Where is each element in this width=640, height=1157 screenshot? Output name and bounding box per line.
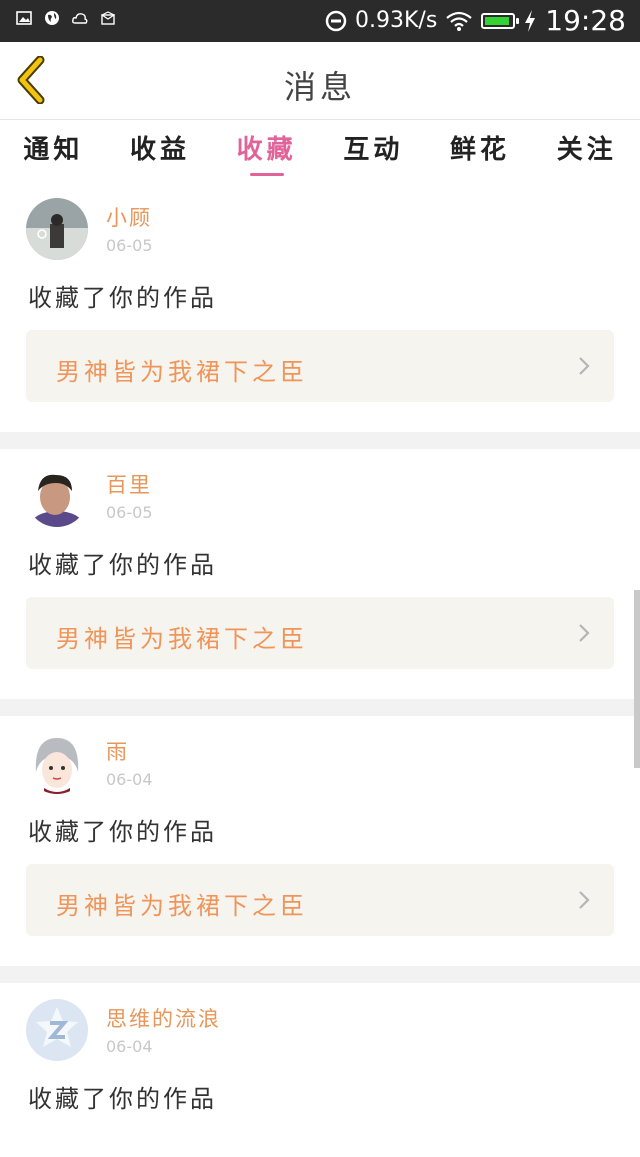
message-text: 收藏了你的作品 xyxy=(28,1085,217,1113)
chevron-right-icon xyxy=(579,891,590,909)
message-text: 收藏了你的作品 xyxy=(28,551,217,579)
avatar[interactable] xyxy=(26,198,88,260)
work-link[interactable]: 男神皆为我裙下之臣 xyxy=(26,597,614,669)
tab-flowers[interactable]: 鲜花 xyxy=(427,120,534,182)
tab-label: 通知 xyxy=(23,135,84,165)
avatar[interactable] xyxy=(26,732,88,794)
avatar[interactable] xyxy=(26,465,88,527)
clock: 19:28 xyxy=(545,4,626,37)
message-text: 收藏了你的作品 xyxy=(28,818,217,846)
wifi-icon xyxy=(446,11,473,31)
tab-label: 收益 xyxy=(130,135,191,165)
chevron-right-icon xyxy=(579,624,590,642)
work-title: 男神皆为我裙下之臣 xyxy=(56,358,308,386)
message-date: 06-05 xyxy=(106,236,153,255)
status-bar: 0.93K/s 19:28 xyxy=(0,0,640,42)
tab-bar: 通知 收益 收藏 互动 鲜花 关注 xyxy=(0,120,640,182)
message-date: 06-05 xyxy=(106,503,153,522)
data-saver-icon xyxy=(325,10,347,32)
globe-icon xyxy=(45,11,59,25)
work-title: 男神皆为我裙下之臣 xyxy=(56,625,308,653)
message-text: 收藏了你的作品 xyxy=(28,284,217,312)
message-date: 06-04 xyxy=(106,1037,153,1056)
tab-label: 互动 xyxy=(343,135,404,165)
charging-icon xyxy=(525,10,536,32)
chevron-right-icon xyxy=(579,357,590,375)
work-link[interactable]: 男神皆为我裙下之臣 xyxy=(26,330,614,402)
user-name[interactable]: 思维的流浪 xyxy=(106,1003,221,1033)
user-name[interactable]: 百里 xyxy=(106,469,152,499)
avatar[interactable] xyxy=(26,999,88,1061)
user-name[interactable]: 雨 xyxy=(106,736,129,766)
active-tab-indicator xyxy=(249,173,284,176)
tab-label: 关注 xyxy=(556,135,617,165)
cloud-icon xyxy=(72,13,88,24)
net-speed: 0.93K/s xyxy=(355,8,438,33)
list-item: 百里 06-05 收藏了你的作品 男神皆为我裙下之臣 xyxy=(0,449,640,699)
list-item: 小顾 06-05 收藏了你的作品 男神皆为我裙下之臣 xyxy=(0,182,640,432)
battery-icon xyxy=(481,13,520,29)
tab-notice[interactable]: 通知 xyxy=(0,120,107,182)
tab-label: 鲜花 xyxy=(450,135,511,165)
tab-label: 收藏 xyxy=(236,135,297,165)
work-link[interactable]: 男神皆为我裙下之臣 xyxy=(26,864,614,936)
list-item: 雨 06-04 收藏了你的作品 男神皆为我裙下之臣 xyxy=(0,716,640,966)
gallery-icon xyxy=(16,11,32,25)
battery-fill xyxy=(485,17,509,25)
notification-icons xyxy=(16,10,116,26)
page-title: 消息 xyxy=(283,68,356,106)
mail-icon xyxy=(100,11,116,25)
work-title: 男神皆为我裙下之臣 xyxy=(56,892,308,920)
message-date: 06-04 xyxy=(106,770,153,789)
message-list: 小顾 06-05 收藏了你的作品 男神皆为我裙下之臣 百里 06-05 收藏了你… xyxy=(0,182,640,1157)
tab-interactions[interactable]: 互动 xyxy=(320,120,427,182)
header: 消息 xyxy=(0,42,640,120)
list-item: 思维的流浪 06-04 收藏了你的作品 xyxy=(0,983,640,1157)
tab-favorites[interactable]: 收藏 xyxy=(213,120,320,182)
tab-follows[interactable]: 关注 xyxy=(533,120,640,182)
user-name[interactable]: 小顾 xyxy=(106,202,152,232)
scrollbar[interactable] xyxy=(634,590,640,768)
tab-earnings[interactable]: 收益 xyxy=(107,120,214,182)
